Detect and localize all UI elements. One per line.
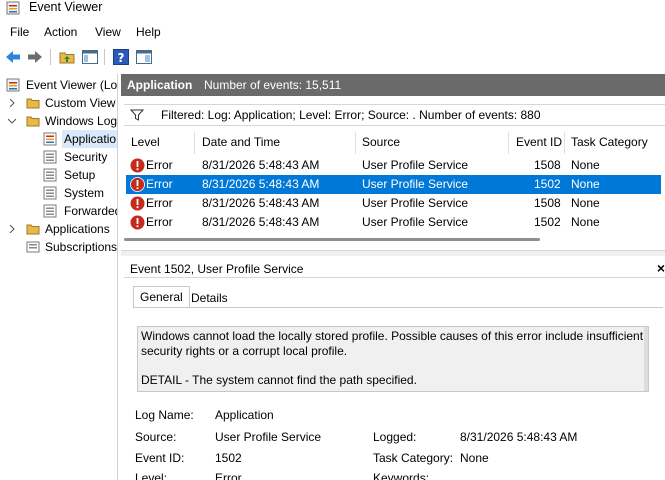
prop-logged-value: 8/31/2026 5:48:43 AM [460,430,578,444]
prop-task-category-label: Task Category: [373,451,454,465]
toolbar: ? [0,46,665,70]
menu-help[interactable]: Help [136,25,161,40]
log-icon [43,168,57,182]
event-viewer-icon [6,1,20,15]
column-divider[interactable] [564,132,565,154]
horizontal-scrollbar[interactable] [124,238,540,241]
chevron-right-icon[interactable] [8,99,16,107]
event-count: Number of events: 15,511 [204,78,342,92]
show-hide-tree-icon[interactable] [81,48,99,66]
column-header-date[interactable]: Date and Time [202,135,280,149]
table-row-selected[interactable]: Error 8/31/2026 5:48:43 AM User Profile … [126,175,661,194]
prop-level-value: Error [215,471,242,480]
tree-item-security[interactable]: Security [0,148,117,166]
error-icon [130,196,145,211]
chevron-down-icon[interactable] [8,117,16,125]
tree-item-forwarded-events[interactable]: Forwarded [0,202,117,220]
prop-event-id-value: 1502 [215,451,242,465]
error-icon [130,177,145,192]
column-header-task-category[interactable]: Task Category [571,135,648,149]
tab-general[interactable]: General [133,286,190,308]
action-pane-icon[interactable] [135,48,153,66]
menu-bar: File Action View Help [0,22,665,42]
prop-source-label: Source: [135,430,177,444]
tree-item-application[interactable]: Applicatio [0,130,117,148]
console-tree: Event Viewer (Loc Custom View Windows Lo… [0,74,118,480]
tree-item-applications-services[interactable]: Applications [0,220,117,238]
event-message-detail: DETAIL - The system cannot find the path… [141,373,417,387]
event-description[interactable]: Windows cannot load the locally stored p… [137,326,649,392]
event-viewer-icon [6,78,20,92]
column-header-source[interactable]: Source [362,135,400,149]
prop-log-name-label: Log Name: [135,408,194,422]
column-header-event-id[interactable]: Event ID [516,135,562,149]
chevron-right-icon[interactable] [8,225,16,233]
log-name: Application [127,78,193,92]
error-icon [130,215,145,230]
folder-up-icon[interactable] [58,48,76,66]
menu-action[interactable]: Action [44,25,77,40]
error-icon [130,158,145,173]
column-divider[interactable] [194,132,195,154]
table-row[interactable]: Error 8/31/2026 5:48:43 AM User Profile … [126,194,661,213]
svg-text:?: ? [118,51,125,65]
tree-item-setup[interactable]: Setup [0,166,117,184]
log-icon [43,132,57,146]
subscriptions-icon [26,241,40,253]
column-divider[interactable] [355,132,356,154]
column-header-level[interactable]: Level [131,135,160,149]
results-pane: Application Number of events: 15,511 Fil… [121,74,665,480]
tree-item-windows-logs[interactable]: Windows Log [0,112,117,130]
events-table: Level Date and Time Source Event ID Task… [124,132,665,242]
prop-task-category-value: None [460,451,489,465]
filter-description: Filtered: Log: Application; Level: Error… [161,108,541,122]
log-icon [43,150,57,164]
event-detail-title: Event 1502, User Profile Service [130,262,304,276]
filter-icon [130,109,144,121]
menu-view[interactable]: View [95,25,121,40]
prop-logged-label: Logged: [373,430,417,444]
tree-item-system[interactable]: System [0,184,117,202]
table-row[interactable]: Error 8/31/2026 5:48:43 AM User Profile … [126,156,661,175]
toolbar-separator [50,49,51,65]
toolbar-separator [104,49,105,65]
prop-source-value: User Profile Service [215,430,322,444]
pane-splitter[interactable] [121,250,665,256]
filter-bar: Filtered: Log: Application; Level: Error… [124,104,665,126]
title-bar: Event Viewer [0,0,665,20]
folder-icon [26,98,40,109]
forward-arrow-icon[interactable] [26,48,44,66]
event-detail-header: Event 1502, User Profile Service × [124,260,665,278]
menu-file[interactable]: File [10,25,29,40]
folder-icon [26,224,40,235]
tree-item-event-viewer[interactable]: Event Viewer (Loc [0,76,117,94]
prop-keywords-label: Keywords: [373,471,430,480]
prop-level-label: Level: [135,471,168,480]
table-row[interactable]: Error 8/31/2026 5:48:43 AM User Profile … [126,213,661,232]
log-header-bar: Application Number of events: 15,511 [121,74,665,96]
window-title: Event Viewer [29,0,103,14]
vertical-scrollbar[interactable] [644,327,648,391]
close-icon[interactable]: × [657,260,665,276]
prop-event-id-label: Event ID: [135,451,185,465]
help-icon[interactable]: ? [112,48,130,66]
log-icon [43,186,57,200]
log-icon [43,204,57,218]
folder-icon [26,116,40,127]
back-arrow-icon[interactable] [4,48,22,66]
column-divider[interactable] [508,132,509,154]
prop-log-name-value: Application [215,408,274,422]
event-message: Windows cannot load the locally stored p… [141,329,644,358]
tree-item-subscriptions[interactable]: Subscriptions [0,238,117,256]
tree-item-custom-views[interactable]: Custom View [0,94,117,112]
